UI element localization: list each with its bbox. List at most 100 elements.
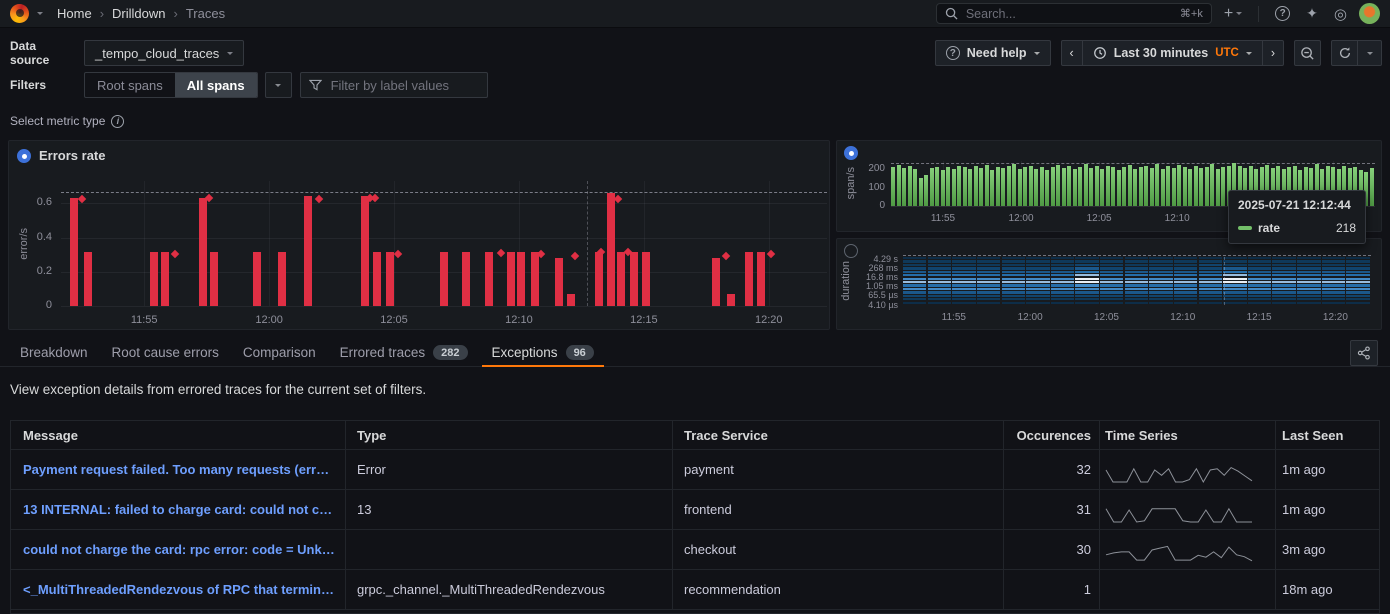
app-toolbar: Data source _tempo_cloud_traces ? Need h…: [10, 40, 1382, 66]
chevron-down-icon: [1367, 52, 1373, 55]
last-seen-value: 1m ago: [1276, 490, 1381, 529]
zoom-out-button[interactable]: [1294, 40, 1321, 66]
exceptions-description: View exception details from errored trac…: [10, 382, 426, 397]
exception-message-link[interactable]: <_MultiThreadedRendezvous of RPC that te…: [23, 582, 337, 597]
filters-row: Filters Root spans All spans: [10, 72, 488, 98]
news-icon: ◎: [1334, 5, 1347, 23]
breadcrumb-separator-icon: ›: [174, 6, 178, 21]
chevron-down-icon: [227, 52, 233, 55]
errors-rate-label: Errors rate: [39, 148, 105, 163]
search-input[interactable]: [964, 6, 1174, 22]
table-row: could not charge the card: rpc error: co…: [11, 530, 1379, 570]
table-row: <_MultiThreadedRendezvous of RPC that te…: [11, 570, 1379, 610]
errors-rate-radio[interactable]: [17, 149, 31, 163]
col-header-type: Type: [346, 421, 673, 449]
table-row-partial: [11, 610, 1379, 614]
breadcrumb-separator-icon: ›: [100, 6, 104, 21]
breadcrumb-drilldown[interactable]: Drilldown: [112, 6, 165, 21]
time-series-sparkline: [1100, 570, 1276, 609]
info-circle-icon: ?: [946, 46, 960, 60]
breadcrumb-home[interactable]: Home: [57, 6, 92, 21]
all-spans-option[interactable]: All spans: [175, 73, 257, 97]
metric-type-row: Select metric type i: [10, 114, 124, 128]
search-icon: [945, 7, 958, 20]
breadcrumb: Home › Drilldown › Traces: [57, 6, 225, 21]
metric-type-label: Select metric type: [10, 114, 105, 128]
chevron-down-icon: [1236, 12, 1242, 15]
label-filter-input[interactable]: [329, 77, 479, 94]
info-icon[interactable]: i: [111, 115, 124, 128]
tab-exceptions[interactable]: Exceptions 96: [482, 340, 604, 367]
col-header-last-seen: Last Seen: [1276, 421, 1381, 449]
trace-service: payment: [673, 450, 1004, 489]
view-tabs: Breakdown Root cause errors Comparison E…: [0, 340, 1390, 367]
chevron-down-icon: [1034, 52, 1040, 55]
span-rate-radio[interactable]: [844, 146, 858, 160]
org-switcher-chevron-icon[interactable]: [37, 12, 43, 15]
exception-message-link[interactable]: 13 INTERNAL: failed to charge card: coul…: [23, 502, 337, 517]
exception-type: grpc._channel._MultiThreadedRendezvous: [346, 570, 673, 609]
grafana-logo[interactable]: [10, 4, 29, 23]
chevron-down-icon: [275, 84, 281, 87]
chevron-down-icon: [1246, 52, 1252, 55]
user-avatar[interactable]: [1359, 3, 1380, 24]
table-row: Payment request failed. Too many request…: [11, 450, 1379, 490]
tab-errored-traces[interactable]: Errored traces 282: [330, 340, 478, 367]
exception-type: [346, 530, 673, 569]
exception-message-link[interactable]: Payment request failed. Too many request…: [23, 462, 337, 477]
exceptions-count-badge: 96: [566, 345, 594, 360]
tooltip-series-name: rate: [1258, 221, 1280, 235]
exception-type: Error: [346, 450, 673, 489]
time-range-picker[interactable]: Last 30 minutes UTC: [1083, 40, 1263, 66]
exception-type: 13: [346, 490, 673, 529]
tab-breakdown[interactable]: Breakdown: [10, 340, 98, 367]
col-header-trace-service: Trace Service: [673, 421, 1004, 449]
duration-heatmap-chart[interactable]: 4.29 s268 ms16.8 ms1.05 ms65.5 µs4.10 µs…: [837, 239, 1381, 329]
breadcrumb-traces: Traces: [186, 6, 225, 21]
add-button[interactable]: +: [1220, 5, 1246, 23]
share-icon: [1357, 346, 1371, 360]
search-box[interactable]: ⌘+k: [936, 3, 1212, 24]
span-scope-dropdown[interactable]: [265, 72, 292, 98]
time-shift-forward-button[interactable]: ›: [1263, 40, 1284, 66]
chart-tooltip: 2025-07-21 12:12:44 rate 218: [1228, 190, 1366, 244]
tab-comparison[interactable]: Comparison: [233, 340, 326, 367]
need-help-button[interactable]: ? Need help: [935, 40, 1051, 66]
datasource-label: Data source: [10, 39, 76, 67]
label-filter-input-wrap: [300, 72, 488, 98]
duration-panel: 4.29 s268 ms16.8 ms1.05 ms65.5 µs4.10 µs…: [836, 238, 1382, 330]
ai-assistant-button[interactable]: ✦: [1302, 5, 1322, 22]
trace-service: frontend: [673, 490, 1004, 529]
time-series-sparkline: [1100, 490, 1276, 529]
magnifier-minus-icon: [1300, 46, 1315, 61]
divider: [1258, 6, 1259, 22]
time-shift-back-button[interactable]: ‹: [1061, 40, 1083, 66]
refresh-button[interactable]: [1331, 40, 1358, 66]
errored-traces-count-badge: 282: [433, 345, 467, 360]
time-series-sparkline: [1100, 530, 1276, 569]
trace-service: recommendation: [673, 570, 1004, 609]
duration-radio[interactable]: [844, 244, 858, 258]
news-button[interactable]: ◎: [1330, 5, 1351, 23]
root-spans-option[interactable]: Root spans: [85, 73, 175, 97]
funnel-icon: [309, 79, 322, 92]
question-circle-icon: ?: [1275, 6, 1290, 21]
series-swatch: [1238, 226, 1252, 230]
last-seen-value: 1m ago: [1276, 450, 1381, 489]
occurences-value: 30: [1004, 530, 1100, 569]
help-button[interactable]: ?: [1271, 6, 1294, 21]
occurences-value: 31: [1004, 490, 1100, 529]
tab-root-cause-errors[interactable]: Root cause errors: [102, 340, 229, 367]
timezone-label: UTC: [1215, 47, 1239, 59]
clock-icon: [1093, 46, 1107, 60]
span-scope-switch: Root spans All spans: [84, 72, 258, 98]
trace-service: checkout: [673, 530, 1004, 569]
datasource-select[interactable]: _tempo_cloud_traces: [84, 40, 244, 66]
time-series-sparkline: [1100, 450, 1276, 489]
refresh-interval-dropdown[interactable]: [1358, 40, 1382, 66]
exception-message-link[interactable]: could not charge the card: rpc error: co…: [23, 542, 337, 557]
errors-rate-chart[interactable]: 00.20.40.611:5512:0012:0512:1012:1512:20…: [9, 141, 829, 329]
filters-label: Filters: [10, 78, 76, 92]
share-button[interactable]: [1350, 340, 1378, 366]
errors-rate-panel: Errors rate 00.20.40.611:5512:0012:0512:…: [8, 140, 830, 330]
